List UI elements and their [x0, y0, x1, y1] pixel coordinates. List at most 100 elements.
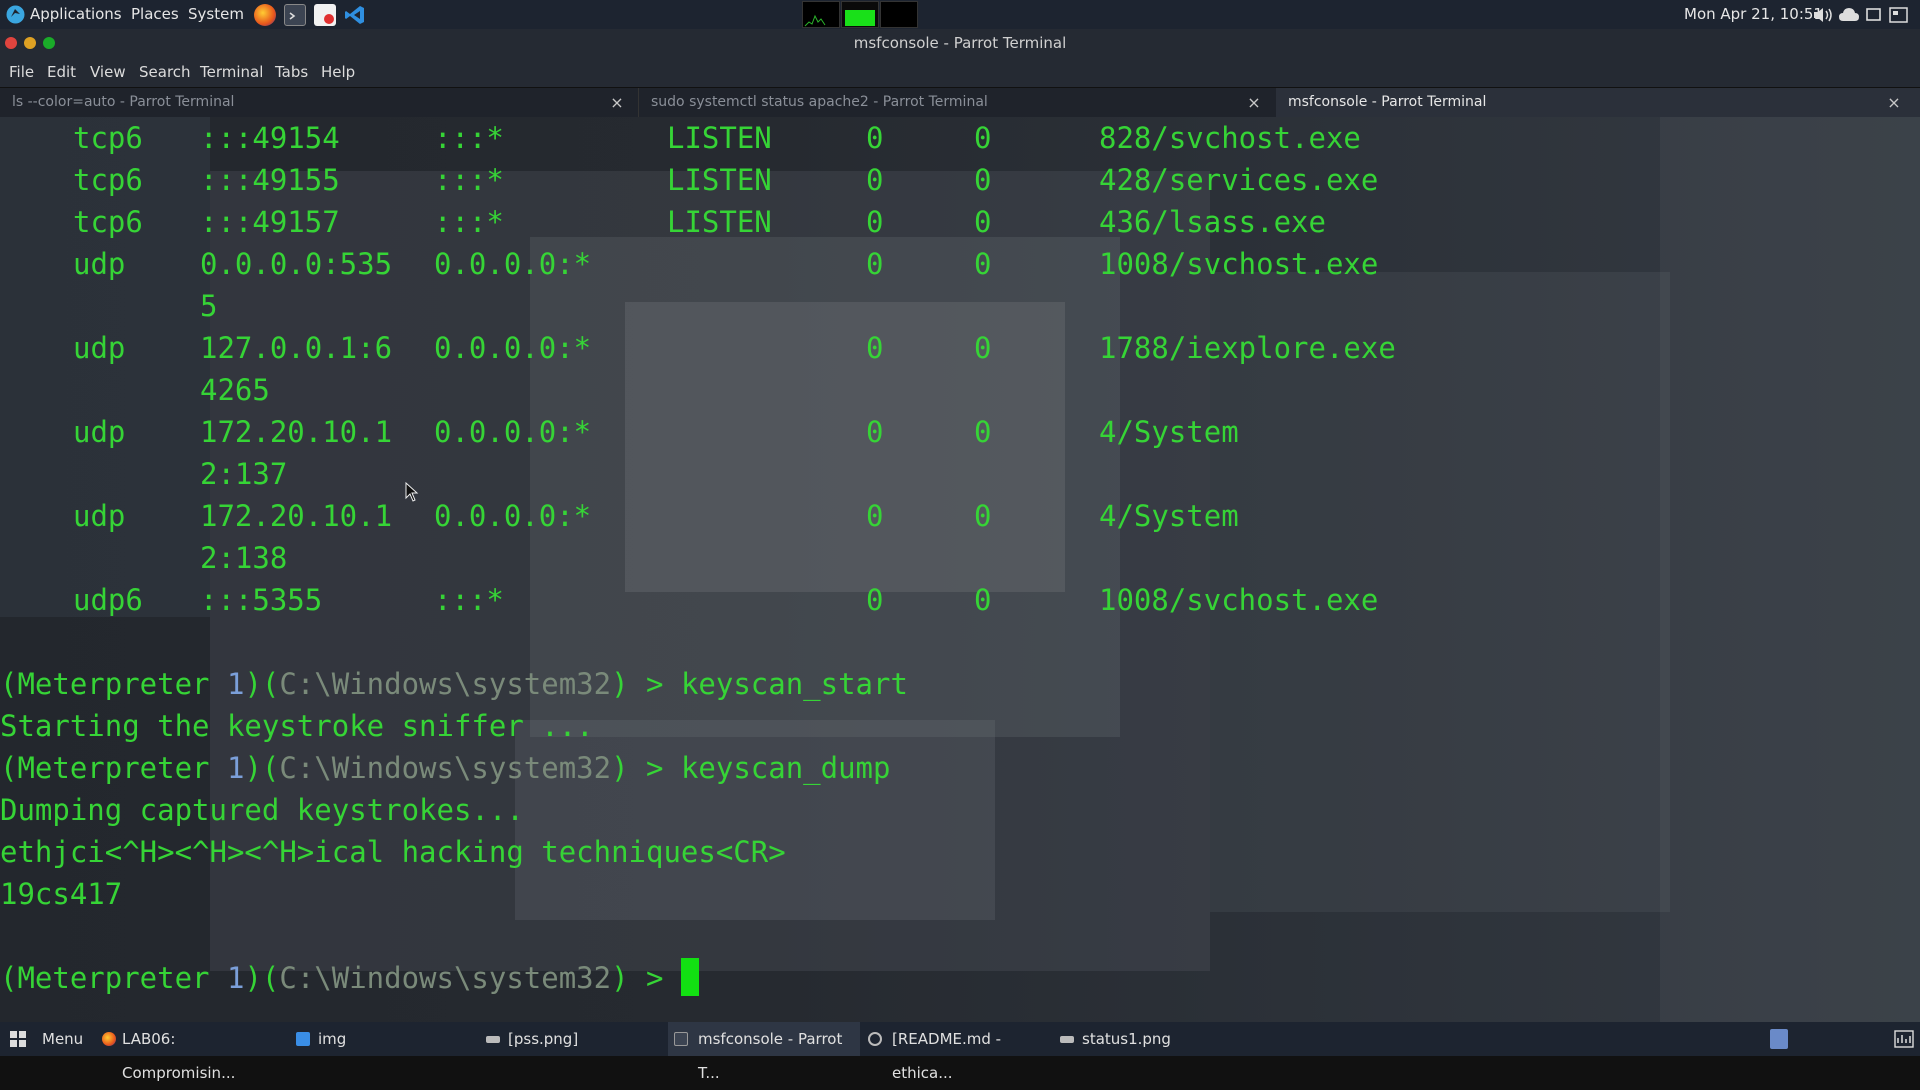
window-title-bar[interactable]: msfconsole - Parrot Terminal [0, 29, 1920, 58]
editor-icon[interactable] [314, 4, 336, 26]
prompt-line-active[interactable]: (Meterpreter 1)(C:\Windows\system32) > [0, 957, 699, 999]
recv-q: 0 [866, 247, 884, 281]
task-lab06[interactable]: LAB06: Compromisin... [98, 1022, 288, 1082]
grid-icon [10, 1031, 26, 1047]
system-menu[interactable]: System [188, 0, 244, 29]
foreign-address: 0.0.0.0:* [434, 499, 592, 533]
netstat-row: tcp6 :::49155 :::* LISTEN 0 0 428/servic… [0, 159, 1378, 201]
menu-edit[interactable]: Edit [47, 58, 76, 87]
netstat-row: udp 172.20.10.1 0.0.0.0:* 0 0 4/System [0, 495, 1239, 537]
bottom-taskbar: Menu LAB06: Compromisin... img [pss.png]… [0, 1022, 1920, 1082]
netstat-row-wrap: 5 [0, 285, 217, 327]
send-q: 0 [974, 121, 992, 155]
proto: tcp6 [73, 163, 143, 197]
task-readme[interactable]: [README.md - ethica... [864, 1022, 1054, 1082]
netstat-row: udp6 :::5355 :::* 0 0 1008/svchost.exe [0, 579, 1378, 621]
send-q: 0 [974, 583, 992, 617]
workspace-1[interactable] [802, 1, 840, 28]
netstat-row-wrap: 2:137 [0, 453, 287, 495]
volume-icon[interactable] [1812, 6, 1838, 23]
prompt-mid: )( [244, 961, 280, 995]
applications-menu[interactable]: Applications [30, 0, 122, 29]
task-msfconsole[interactable]: msfconsole - Parrot T... [668, 1022, 860, 1082]
local-address: :::49154 [200, 121, 340, 155]
terminal-view[interactable]: tcp6 :::49154 :::* LISTEN 0 0 828/svchos… [0, 117, 1920, 1022]
send-q: 0 [974, 163, 992, 197]
prompt-path: C:\Windows\system32 [279, 751, 612, 785]
tab-apache-status[interactable]: sudo systemctl status apache2 - Parrot T… [638, 88, 1274, 117]
session-number: 1 [226, 751, 245, 785]
proto: udp [73, 247, 126, 281]
notification-icon[interactable] [1866, 6, 1882, 23]
mouse-pointer-icon [405, 481, 419, 506]
tab-label: ls --color=auto - Parrot Terminal [12, 94, 235, 110]
foreign-address: 0.0.0.0:* [434, 415, 592, 449]
tab-label: sudo systemctl status apache2 - Parrot T… [651, 94, 988, 110]
command: keyscan_dump [680, 751, 891, 785]
terminal-output: tcp6 :::49154 :::* LISTEN 0 0 828/svchos… [0, 117, 1920, 1022]
prompt-mid: )( [244, 667, 280, 701]
clock[interactable]: Mon Apr 21, 10:51 [1684, 0, 1823, 29]
task-pss[interactable]: [pss.png] [482, 1022, 662, 1056]
tab-msfconsole[interactable]: msfconsole - Parrot Terminal × [1276, 88, 1920, 117]
task-img[interactable]: img [292, 1022, 472, 1056]
workspace-3[interactable] [880, 1, 918, 28]
terminal-icon[interactable] [284, 4, 306, 26]
workspace-2[interactable] [841, 1, 879, 28]
menu-view[interactable]: View [90, 58, 126, 87]
menu-label: Menu [42, 1030, 84, 1048]
show-desktop-icon[interactable] [1770, 1029, 1788, 1049]
send-q: 0 [974, 247, 992, 281]
close-tab-icon[interactable]: × [608, 88, 626, 117]
process: 828/svchost.exe [1099, 121, 1361, 155]
state: LISTEN [667, 205, 772, 239]
netstat-row-wrap: 2:138 [0, 537, 287, 579]
close-tab-icon[interactable]: × [1245, 88, 1263, 117]
process: 1008/svchost.exe [1099, 583, 1379, 617]
menu-file[interactable]: File [9, 58, 34, 87]
power-icon[interactable] [1888, 6, 1910, 23]
recv-q: 0 [866, 583, 884, 617]
text-cursor [680, 958, 699, 996]
recv-q: 0 [866, 205, 884, 239]
workspace-indicator-icon[interactable] [1894, 1030, 1914, 1052]
output-line: Starting the keystroke sniffer ... [0, 709, 594, 743]
recv-q: 0 [866, 499, 884, 533]
network-cloud-icon[interactable] [1838, 6, 1860, 23]
netstat-row-wrap: 4265 [0, 369, 270, 411]
output-line: ethjci<^H><^H><^H>ical hacking technique… [0, 835, 786, 869]
firefox-icon[interactable] [254, 4, 276, 26]
local-address: :::49155 [200, 163, 340, 197]
task-label: msfconsole - Parrot T... [698, 1030, 843, 1082]
state: LISTEN [667, 121, 772, 155]
proto: tcp6 [73, 205, 143, 239]
local-address: 172.20.10.1 [200, 415, 393, 449]
folder-icon [296, 1032, 310, 1046]
places-menu[interactable]: Places [131, 0, 179, 29]
menu-search[interactable]: Search [139, 58, 191, 87]
netstat-row: udp 172.20.10.1 0.0.0.0:* 0 0 4/System [0, 411, 1239, 453]
close-tab-icon[interactable]: × [1885, 88, 1903, 117]
prompt-close: ) > [611, 667, 681, 701]
prompt-mid: )( [244, 751, 280, 785]
vscode-icon[interactable] [344, 4, 366, 26]
foreign-address: 0.0.0.0:* [434, 331, 592, 365]
tab-ls[interactable]: ls --color=auto - Parrot Terminal × [0, 88, 636, 117]
menu-tabs[interactable]: Tabs [275, 58, 308, 87]
netstat-row: tcp6 :::49157 :::* LISTEN 0 0 436/lsass.… [0, 201, 1326, 243]
prompt-path: C:\Windows\system32 [279, 961, 612, 995]
menu-help[interactable]: Help [321, 58, 355, 87]
foreign-address: :::* [434, 163, 504, 197]
top-panel: Applications Places System Mon Apr 21, 1… [0, 0, 1920, 29]
session-number: 1 [226, 961, 245, 995]
local-address-wrap: 2:138 [200, 541, 288, 575]
task-label: [pss.png] [508, 1030, 579, 1048]
parrot-logo-icon[interactable] [6, 5, 25, 24]
menu-terminal[interactable]: Terminal [200, 58, 263, 87]
prompt-close: ) > [611, 751, 681, 785]
task-status1[interactable]: status1.png [1056, 1022, 1236, 1056]
task-label: [README.md - ethica... [892, 1030, 1002, 1082]
output-line: 19cs417 [0, 877, 123, 911]
send-q: 0 [974, 205, 992, 239]
proto: tcp6 [73, 121, 143, 155]
